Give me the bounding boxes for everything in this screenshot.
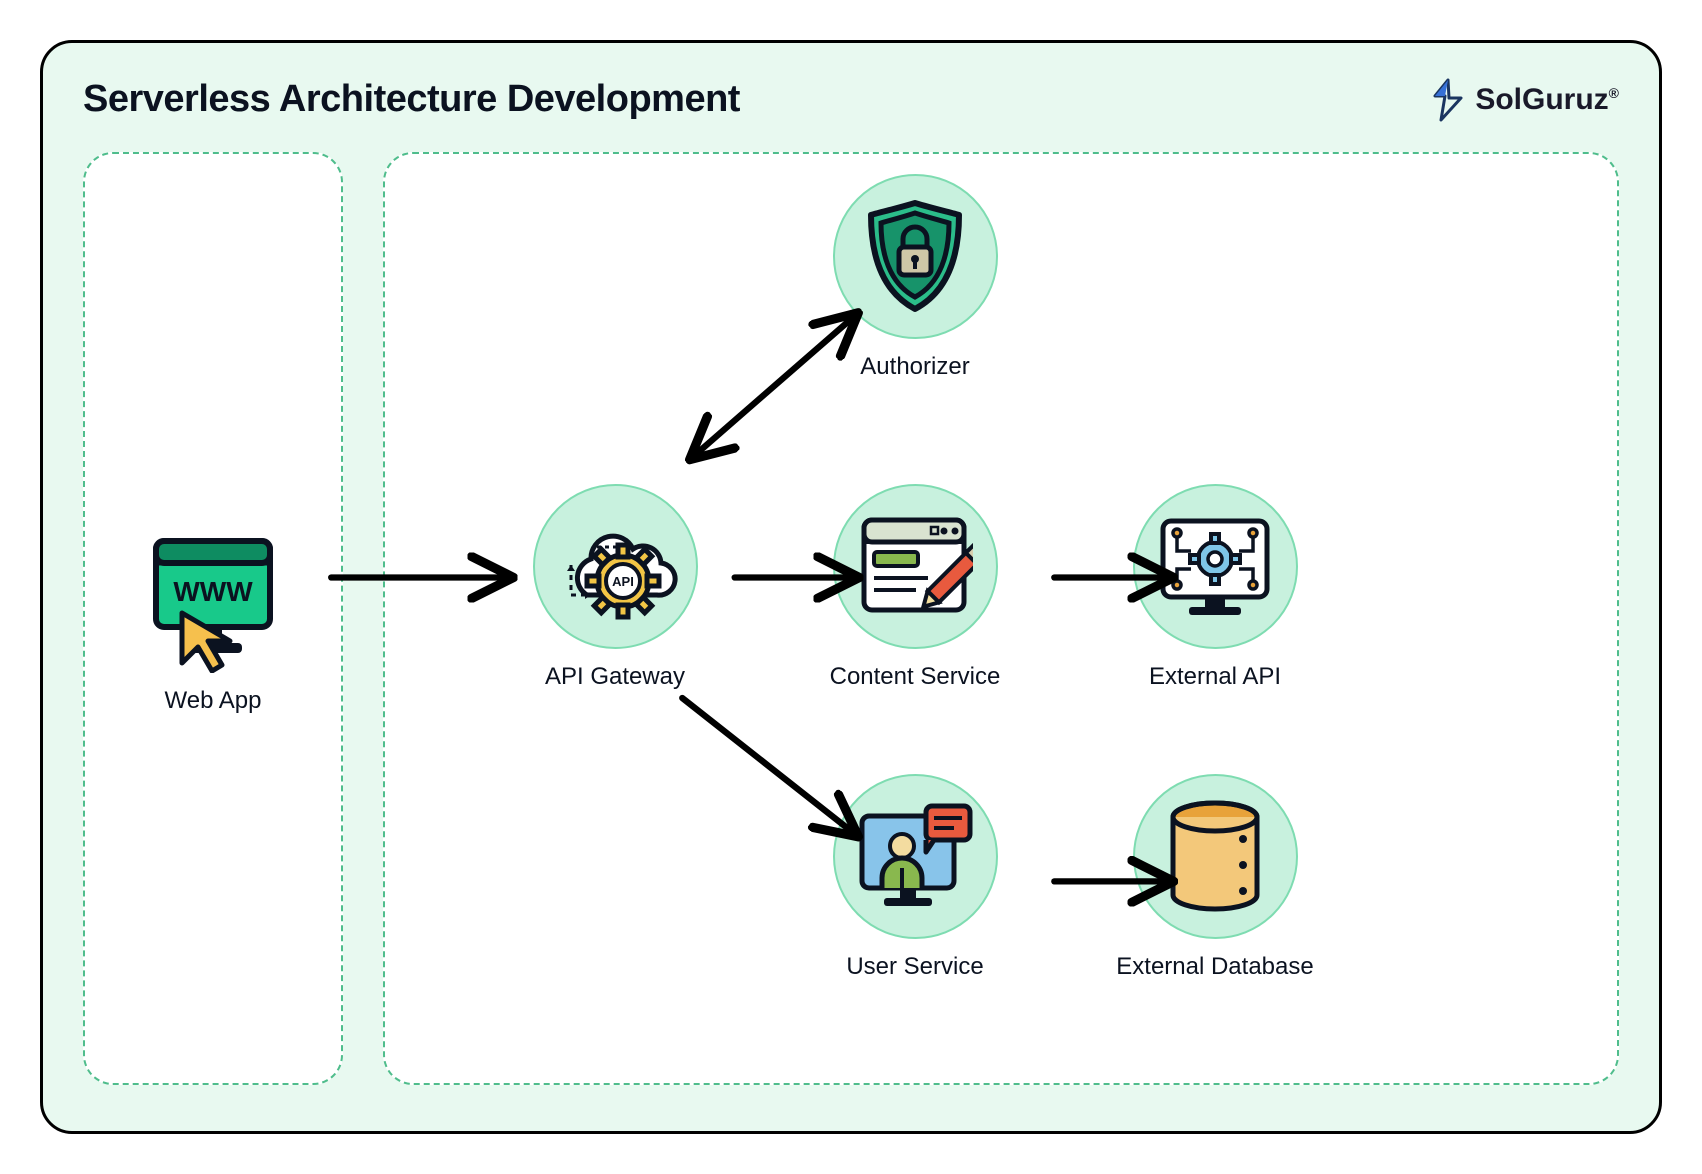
brand-trademark: ®	[1609, 85, 1619, 101]
browser-edit-icon	[858, 514, 973, 619]
external-database-circle	[1133, 774, 1298, 939]
node-api-gateway-label: API Gateway	[545, 663, 685, 691]
brand-name: SolGuruz	[1475, 83, 1608, 116]
node-content-service: Content Service	[815, 484, 1015, 691]
node-webapp-label: Web App	[165, 687, 262, 715]
svg-text:WWW: WWW	[173, 576, 253, 607]
node-external-database-label: External Database	[1116, 953, 1313, 981]
shield-lock-icon	[863, 199, 968, 314]
diagram-body: WWW Web App	[83, 152, 1619, 1085]
node-external-database: External Database	[1115, 774, 1315, 981]
content-service-circle	[833, 484, 998, 649]
node-external-api: External API	[1115, 484, 1315, 691]
circuit-gear-monitor-icon	[1155, 513, 1275, 621]
node-user-service: User Service	[815, 774, 1015, 981]
header: Serverless Architecture Development SolG…	[83, 78, 1619, 122]
panel-services: Authorizer	[383, 152, 1619, 1085]
authorizer-circle	[833, 174, 998, 339]
page-title: Serverless Architecture Development	[83, 78, 740, 121]
node-authorizer: Authorizer	[815, 174, 1015, 381]
panel-web-app: WWW Web App	[83, 152, 343, 1085]
user-chat-monitor-icon	[854, 802, 976, 912]
external-api-circle	[1133, 484, 1298, 649]
cloud-gear-api-icon: API	[553, 509, 678, 624]
node-user-service-label: User Service	[846, 953, 983, 981]
node-authorizer-label: Authorizer	[860, 353, 969, 381]
diagram-outer-panel: Serverless Architecture Development SolG…	[40, 40, 1662, 1134]
brand-logo: SolGuruz®	[1429, 78, 1619, 122]
node-api-gateway: API API Gateway	[515, 484, 715, 691]
user-service-circle	[833, 774, 998, 939]
api-gateway-circle: API	[533, 484, 698, 649]
brand-mark-icon	[1429, 78, 1467, 122]
node-external-api-label: External API	[1149, 663, 1281, 691]
node-webapp: WWW Web App	[138, 523, 288, 715]
www-monitor-icon: WWW	[138, 523, 288, 673]
svg-text:API: API	[612, 574, 634, 589]
node-content-service-label: Content Service	[830, 663, 1001, 691]
database-cylinder-icon	[1163, 799, 1268, 914]
